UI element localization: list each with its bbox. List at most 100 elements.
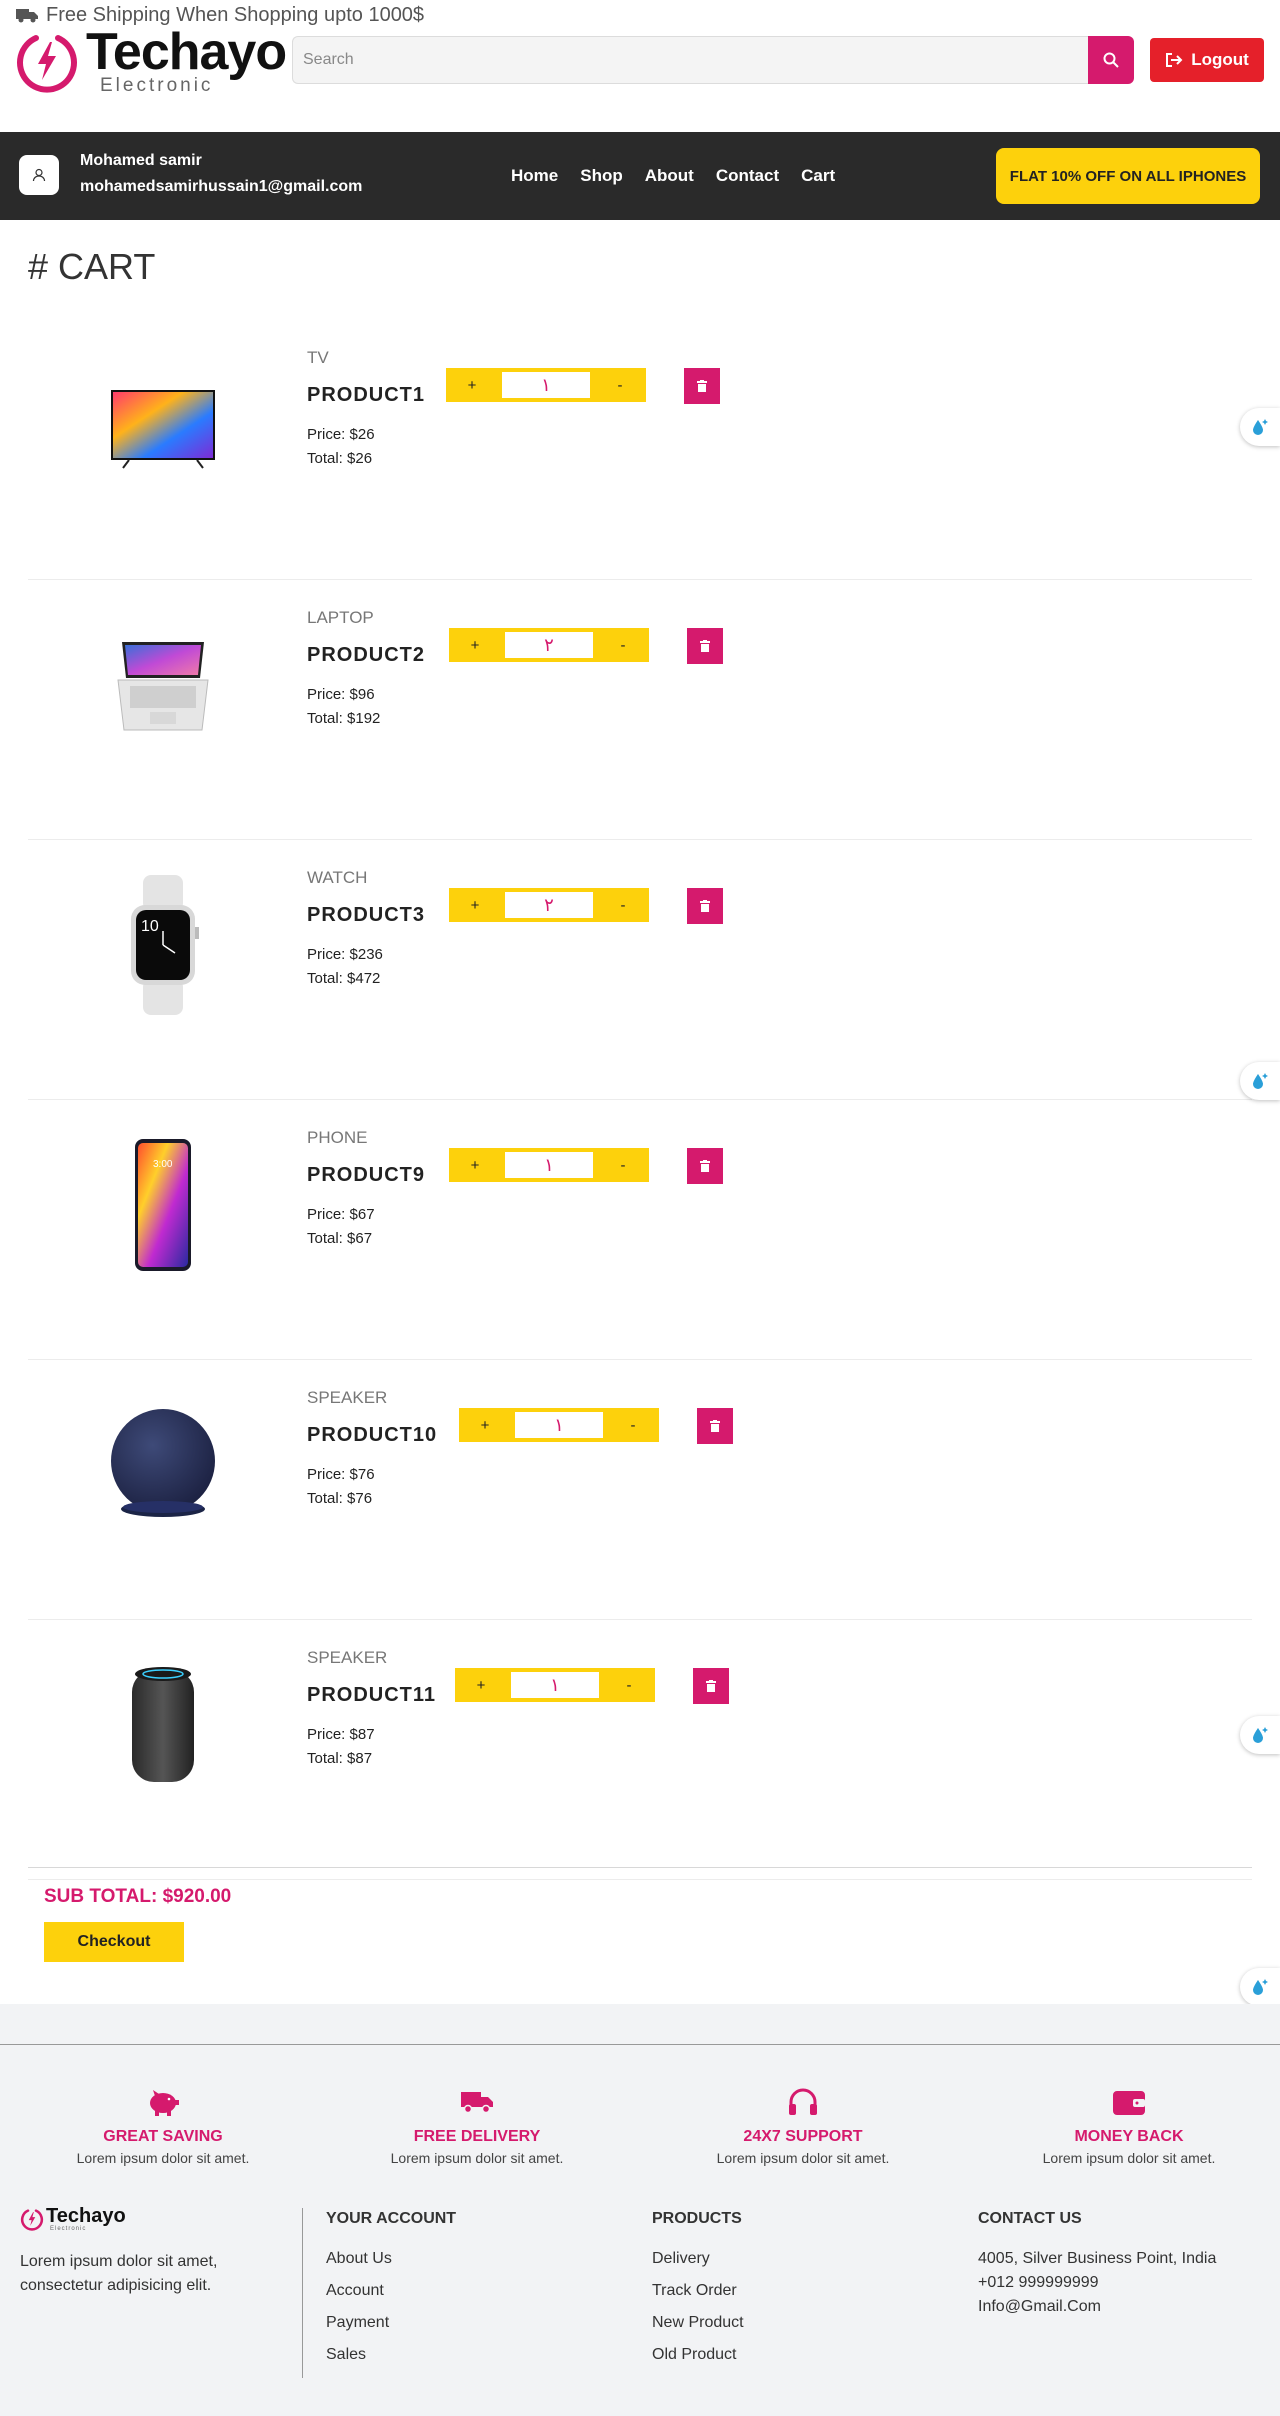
product-total: Total: $472: [307, 970, 381, 987]
water-drop-icon: [1253, 1979, 1268, 1995]
product-name: PRODUCT2: [307, 644, 426, 666]
footer-link-sales[interactable]: Sales: [326, 2346, 456, 2378]
search-input[interactable]: [292, 36, 1088, 84]
increase-button[interactable]: +: [449, 888, 501, 922]
contact-email[interactable]: Info@Gmail.Com: [978, 2298, 1216, 2322]
decrease-button[interactable]: -: [594, 368, 646, 402]
cart-item: TV PRODUCT1 Price: $26 Total: $26 + ١ -: [28, 320, 1252, 580]
nav-link-contact[interactable]: Contact: [705, 166, 790, 186]
product-image-speaker-cylinder: [68, 1650, 258, 1800]
quantity-value[interactable]: ١: [498, 368, 594, 402]
trash-icon: [710, 1420, 720, 1432]
contact-phone: +012 999999999: [978, 2274, 1099, 2291]
quantity-stepper: + ١ -: [459, 1408, 659, 1442]
decrease-button[interactable]: -: [607, 1408, 659, 1442]
accessibility-widget-button[interactable]: [1240, 408, 1280, 446]
product-price: Price: $236: [307, 946, 383, 963]
product-category: SPEAKER: [307, 1648, 388, 1667]
footer-link-track-order[interactable]: Track Order: [652, 2282, 744, 2314]
delete-button[interactable]: [697, 1408, 733, 1444]
product-price: Price: $76: [307, 1466, 375, 1483]
checkout-button[interactable]: Checkout: [44, 1922, 184, 1962]
nav-link-about[interactable]: About: [634, 166, 705, 186]
nav-links: Home Shop About Contact Cart: [500, 132, 846, 220]
footer: GREAT SAVING Lorem ipsum dolor sit amet.…: [0, 2004, 1280, 2416]
product-image-phone: 3:00: [68, 1130, 258, 1280]
logout-button[interactable]: Logout: [1150, 38, 1264, 82]
product-category: TV: [307, 348, 329, 367]
subtotal-text: SUB TOTAL: $920.00: [44, 1886, 232, 1907]
accessibility-widget-button[interactable]: [1240, 1716, 1280, 1754]
decrease-button[interactable]: -: [603, 1668, 655, 1702]
cart-item: 10 WATCH PRODUCT3 Price: $236 Total: $47…: [28, 840, 1252, 1100]
increase-button[interactable]: +: [446, 368, 498, 402]
footer-about-text: Lorem ipsum dolor sit amet, consectetur …: [20, 2253, 218, 2294]
footer-logo-name: Techayo: [46, 2205, 126, 2227]
accessibility-widget-button[interactable]: [1240, 1968, 1280, 2006]
quantity-value[interactable]: ١: [511, 1408, 607, 1442]
delete-button[interactable]: [684, 368, 720, 404]
product-category: SPEAKER: [307, 1388, 388, 1407]
promo-button[interactable]: FLAT 10% OFF ON ALL IPHONES: [996, 148, 1260, 204]
user-avatar[interactable]: [19, 155, 59, 195]
feature-desc: Lorem ipsum dolor sit amet.: [716, 2150, 890, 2166]
nav-link-shop[interactable]: Shop: [569, 166, 634, 186]
footer-link-new-product[interactable]: New Product: [652, 2314, 744, 2346]
user-icon: [32, 168, 46, 182]
delete-button[interactable]: [687, 1148, 723, 1184]
search-button[interactable]: [1088, 36, 1134, 84]
cart-item: SPEAKER PRODUCT11 Price: $87 Total: $87 …: [28, 1620, 1252, 1880]
footer-link-about-us[interactable]: About Us: [326, 2250, 456, 2282]
product-price: Price: $96: [307, 686, 375, 703]
feature-support: 24X7 SUPPORT Lorem ipsum dolor sit amet.: [640, 2086, 966, 2166]
delete-button[interactable]: [693, 1668, 729, 1704]
product-name: PRODUCT9: [307, 1164, 426, 1186]
product-total: Total: $26: [307, 450, 373, 467]
cart-summary: SUB TOTAL: $920.00 Checkout: [28, 1867, 1252, 1962]
quantity-value[interactable]: ٢: [501, 888, 597, 922]
footer-link-delivery[interactable]: Delivery: [652, 2250, 744, 2282]
svg-text:10: 10: [141, 918, 159, 935]
water-drop-icon: [1253, 1073, 1268, 1089]
increase-button[interactable]: +: [455, 1668, 507, 1702]
svg-text:3:00: 3:00: [153, 1159, 173, 1170]
brand-logo[interactable]: Techayo Electronic: [14, 26, 287, 95]
product-price: Price: $87: [307, 1726, 375, 1743]
footer-link-payment[interactable]: Payment: [326, 2314, 456, 2346]
nav-link-home[interactable]: Home: [500, 166, 569, 186]
product-total: Total: $67: [307, 1230, 373, 1247]
decrease-button[interactable]: -: [597, 628, 649, 662]
truck-icon: [461, 2092, 493, 2114]
feature-desc: Lorem ipsum dolor sit amet.: [1042, 2150, 1216, 2166]
quantity-value[interactable]: ٢: [501, 628, 597, 662]
footer-account-column: YOUR ACCOUNT About Us Account Payment Sa…: [326, 2210, 456, 2378]
cart-item: SPEAKER PRODUCT10 Price: $76 Total: $76 …: [28, 1360, 1252, 1620]
product-total: Total: $192: [307, 710, 381, 727]
quantity-value[interactable]: ١: [501, 1148, 597, 1182]
decrease-button[interactable]: -: [597, 1148, 649, 1182]
search-icon: [1103, 52, 1119, 68]
quantity-value[interactable]: ١: [507, 1668, 603, 1702]
product-name: PRODUCT11: [307, 1684, 437, 1706]
footer-link-old-product[interactable]: Old Product: [652, 2346, 744, 2378]
product-name: PRODUCT3: [307, 904, 426, 926]
cart-item: 3:00 PHONE PRODUCT9 Price: $67 Total: $6…: [28, 1100, 1252, 1360]
increase-button[interactable]: +: [449, 1148, 501, 1182]
delete-button[interactable]: [687, 628, 723, 664]
increase-button[interactable]: +: [459, 1408, 511, 1442]
trash-icon: [700, 900, 710, 912]
delete-button[interactable]: [687, 888, 723, 924]
footer-logo[interactable]: Techayo Electronic: [20, 2206, 126, 2232]
decrease-button[interactable]: -: [597, 888, 649, 922]
product-category: PHONE: [307, 1128, 368, 1147]
nav-link-cart[interactable]: Cart: [790, 166, 846, 186]
footer-column-title: CONTACT US: [978, 2210, 1082, 2227]
accessibility-widget-button[interactable]: [1240, 1062, 1280, 1100]
product-total: Total: $76: [307, 1490, 373, 1507]
footer-link-account[interactable]: Account: [326, 2282, 456, 2314]
increase-button[interactable]: +: [449, 628, 501, 662]
footer-column-title: YOUR ACCOUNT: [326, 2210, 457, 2227]
logout-icon: [1166, 53, 1183, 67]
trash-icon: [697, 380, 707, 392]
trash-icon: [700, 1160, 710, 1172]
